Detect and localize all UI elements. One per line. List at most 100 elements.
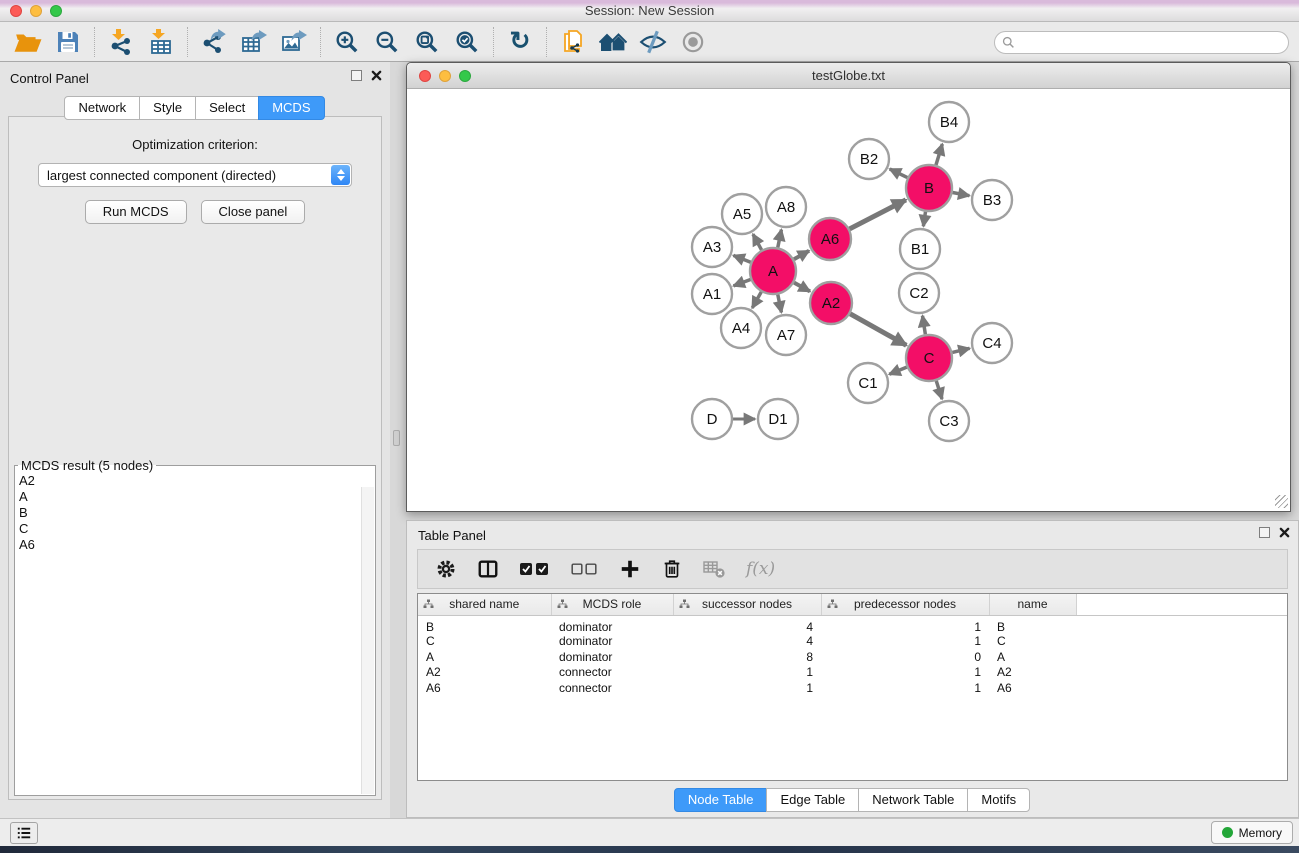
column-header-mcds-role[interactable]: MCDS role <box>551 594 673 615</box>
close-panel-icon[interactable] <box>371 70 382 81</box>
graph-node-C3[interactable]: C3 <box>929 401 969 441</box>
graph-edge[interactable] <box>752 292 761 308</box>
column-header-predecessor-nodes[interactable]: predecessor nodes <box>821 594 989 615</box>
mcds-result-item[interactable]: A6 <box>15 537 375 553</box>
table-cell[interactable]: 4 <box>673 615 821 634</box>
graph-edge[interactable] <box>936 381 942 399</box>
graph-edge[interactable] <box>952 348 969 352</box>
graph-edge[interactable] <box>778 230 782 248</box>
search-input[interactable] <box>1019 36 1288 50</box>
graph-edge[interactable] <box>794 251 809 260</box>
network-canvas[interactable]: AA1A2A3A4A5A6A7A8BB1B2B3B4CC1C2C3C4DD1 <box>407 89 1290 510</box>
float-table-panel-icon[interactable] <box>1259 527 1270 538</box>
task-history-button[interactable] <box>10 822 38 844</box>
table-cell[interactable]: 1 <box>821 680 989 696</box>
open-folder-icon[interactable] <box>8 25 48 59</box>
result-scrollbar[interactable] <box>361 487 374 794</box>
graph-node-D1[interactable]: D1 <box>758 399 798 439</box>
graph-node-C1[interactable]: C1 <box>848 363 888 403</box>
table-cell[interactable]: A2 <box>418 665 551 681</box>
table-row[interactable]: A2connector11A2 <box>418 665 1287 681</box>
close-table-panel-icon[interactable] <box>1279 527 1290 538</box>
graph-edge[interactable] <box>936 144 942 165</box>
zoom-out-icon[interactable] <box>367 25 407 59</box>
graph-node-A7[interactable]: A7 <box>766 315 806 355</box>
network-window-titlebar[interactable]: testGlobe.txt <box>407 63 1290 89</box>
graph-node-B3[interactable]: B3 <box>972 180 1012 220</box>
table-cell[interactable]: 0 <box>821 649 989 665</box>
clone-network-icon[interactable] <box>553 25 593 59</box>
column-header-successor-nodes[interactable]: successor nodes <box>673 594 821 615</box>
graphics-details-icon[interactable] <box>633 25 673 59</box>
bird-eye-view-icon[interactable] <box>673 25 713 59</box>
graph-edge[interactable] <box>953 192 970 195</box>
graph-edge[interactable] <box>850 314 906 346</box>
table-cell[interactable]: 1 <box>673 680 821 696</box>
table-row[interactable]: Cdominator41C <box>418 634 1287 650</box>
tab-node-table[interactable]: Node Table <box>674 788 768 812</box>
graph-edge[interactable] <box>734 279 751 285</box>
graph-node-A1[interactable]: A1 <box>692 274 732 314</box>
zoom-fit-icon[interactable] <box>407 25 447 59</box>
graph-node-A[interactable]: A <box>750 248 796 294</box>
table-cell[interactable]: 1 <box>673 665 821 681</box>
graph-node-B4[interactable]: B4 <box>929 102 969 142</box>
graph-node-A2[interactable]: A2 <box>810 282 852 324</box>
graph-node-B1[interactable]: B1 <box>900 229 940 269</box>
tab-network[interactable]: Network <box>64 96 140 120</box>
table-cell[interactable]: connector <box>551 665 673 681</box>
table-cell[interactable]: B <box>418 615 551 634</box>
delete-table-icon[interactable] <box>700 554 728 584</box>
graph-node-C4[interactable]: C4 <box>972 323 1012 363</box>
graph-node-D[interactable]: D <box>692 399 732 439</box>
window-titlebar[interactable]: Session: New Session <box>0 0 1299 22</box>
window-resize-grip[interactable] <box>1275 495 1288 508</box>
table-cell[interactable]: 1 <box>821 615 989 634</box>
table-row[interactable]: Adominator80A <box>418 649 1287 665</box>
columns-icon[interactable] <box>474 554 502 584</box>
tab-select[interactable]: Select <box>195 96 259 120</box>
graph-node-A8[interactable]: A8 <box>766 187 806 227</box>
column-header-name[interactable]: name <box>989 594 1076 615</box>
table-cell[interactable]: 1 <box>821 634 989 650</box>
save-icon[interactable] <box>48 25 88 59</box>
graph-edge[interactable] <box>923 212 925 227</box>
import-network-icon[interactable] <box>101 25 141 59</box>
float-panel-icon[interactable] <box>351 70 362 81</box>
zoom-selected-icon[interactable] <box>447 25 487 59</box>
graph-node-B2[interactable]: B2 <box>849 139 889 179</box>
export-table-icon[interactable] <box>234 25 274 59</box>
tab-style[interactable]: Style <box>139 96 196 120</box>
deselect-all-icon[interactable] <box>566 554 602 584</box>
table-row[interactable]: Bdominator41B <box>418 615 1287 634</box>
tab-motifs[interactable]: Motifs <box>967 788 1030 812</box>
import-table-icon[interactable] <box>141 25 181 59</box>
tab-mcds[interactable]: MCDS <box>258 96 324 120</box>
export-network-icon[interactable] <box>194 25 234 59</box>
gear-icon[interactable] <box>432 554 460 584</box>
mcds-result-item[interactable]: C <box>15 521 375 537</box>
table-cell[interactable]: C <box>989 634 1076 650</box>
graph-edge[interactable] <box>890 169 908 178</box>
table-cell[interactable]: B <box>989 615 1076 634</box>
table-cell[interactable]: A <box>989 649 1076 665</box>
criterion-dropdown[interactable]: largest connected component (directed) <box>38 163 352 187</box>
graph-node-A4[interactable]: A4 <box>721 308 761 348</box>
table-cell[interactable]: A6 <box>418 680 551 696</box>
table-cell[interactable]: dominator <box>551 649 673 665</box>
memory-button[interactable]: Memory <box>1211 821 1293 844</box>
home-icon[interactable] <box>593 25 633 59</box>
close-panel-button[interactable]: Close panel <box>201 200 306 224</box>
select-all-icon[interactable] <box>516 554 552 584</box>
tab-network-table[interactable]: Network Table <box>858 788 968 812</box>
refresh-layout-icon[interactable]: ↻ <box>500 25 540 59</box>
table-row[interactable]: A6connector11A6 <box>418 680 1287 696</box>
column-header-shared-name[interactable]: shared name <box>418 594 551 615</box>
mcds-result-item[interactable]: A2 <box>15 473 375 489</box>
table-cell[interactable]: A6 <box>989 680 1076 696</box>
mcds-result-item[interactable]: A <box>15 489 375 505</box>
function-builder-icon[interactable]: f(x) <box>746 559 775 579</box>
table-cell[interactable]: A2 <box>989 665 1076 681</box>
graph-edge[interactable] <box>889 367 907 374</box>
panel-splitter-handle[interactable] <box>393 430 400 446</box>
